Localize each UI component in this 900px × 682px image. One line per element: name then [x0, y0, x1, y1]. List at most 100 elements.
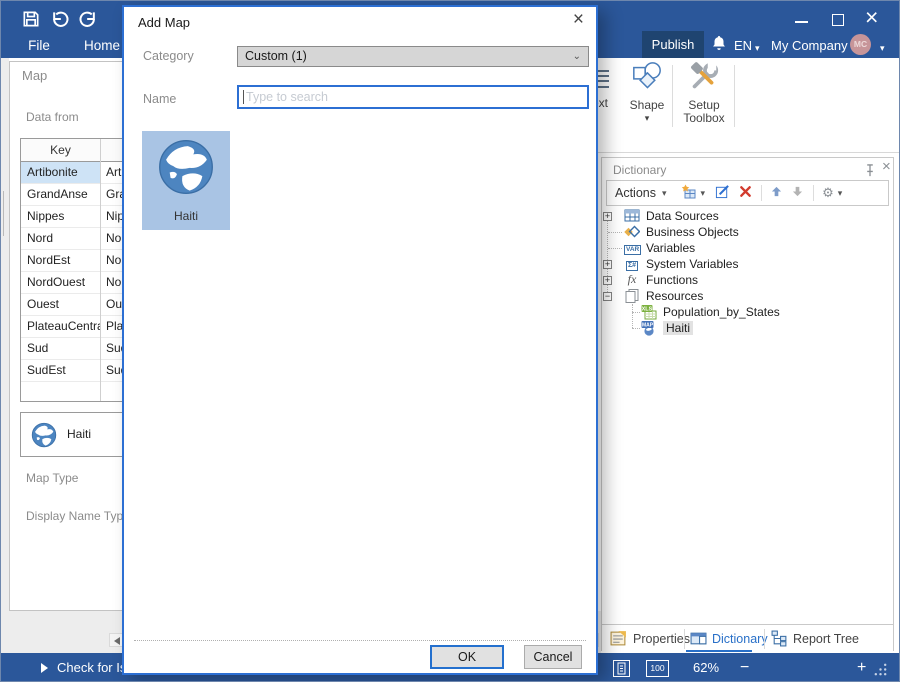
app-window: File Home Publish EN ▾ My Company MC ▾ ×… [0, 0, 900, 682]
tree-item-resources[interactable]: − Resources [602, 288, 893, 304]
close-button[interactable]: × [865, 5, 878, 29]
actions-menu[interactable]: Actions [615, 186, 656, 200]
tab-dictionary[interactable]: Dictionary [712, 632, 768, 646]
chevron-down-icon[interactable]: ▾ [662, 188, 667, 199]
cancel-button[interactable]: Cancel [524, 645, 582, 669]
ribbon-separator [672, 65, 673, 127]
zoom-out-button[interactable]: − [740, 653, 749, 682]
category-dropdown[interactable]: Custom (1) ⌄ [237, 46, 589, 67]
search-input[interactable] [239, 87, 587, 107]
resource-name: Haiti [67, 413, 91, 456]
tree-item-variables[interactable]: VAR Variables [602, 240, 893, 256]
text-cursor [243, 90, 244, 104]
map-tile-haiti[interactable]: Haiti [142, 131, 230, 230]
tree-item-haiti[interactable]: MAP Haiti [602, 320, 893, 336]
svg-text:XLS: XLS [642, 307, 653, 313]
add-map-dialog: Add Map × Category Custom (1) ⌄ Name Hai… [122, 5, 598, 675]
tree-item-data-sources[interactable]: + Data Sources [602, 208, 893, 224]
data-from-label: Data from [26, 110, 79, 124]
tree-item-population-by-states[interactable]: XLS Population_by_States [602, 304, 893, 320]
gear-icon[interactable]: ⚙ [822, 186, 834, 201]
tree-item-functions[interactable]: + fx Functions [602, 272, 893, 288]
dictionary-tab-icon [690, 630, 707, 650]
resize-grip-icon[interactable] [873, 662, 888, 680]
save-icon[interactable] [21, 9, 41, 29]
minimize-button[interactable] [795, 21, 808, 23]
name-label: Name [143, 92, 176, 106]
resources-icon [624, 288, 640, 304]
shape-icon [629, 61, 665, 93]
key-column-header[interactable]: Key [21, 139, 100, 161]
chevron-down-icon[interactable]: ▾ [880, 39, 885, 57]
zoom-100-button[interactable]: 100 [646, 660, 669, 677]
tab-properties[interactable]: Properties [633, 632, 690, 646]
page-view-icon[interactable] [613, 660, 630, 677]
language-selector[interactable]: EN [734, 37, 752, 55]
svg-text:MAP: MAP [642, 323, 654, 329]
avatar[interactable]: MC [850, 34, 871, 55]
toolbar-separator [761, 185, 762, 201]
collapse-icon[interactable]: − [603, 292, 612, 301]
tab-report-tree[interactable]: Report Tree [793, 632, 859, 646]
expand-issues-icon[interactable] [41, 663, 48, 673]
edit-icon[interactable] [715, 184, 730, 202]
account-name[interactable]: My Company [771, 37, 848, 55]
ruler-tick [3, 191, 4, 236]
redo-icon[interactable] [78, 9, 98, 29]
globe-icon [31, 422, 57, 451]
xls-resource-icon: XLS [641, 304, 657, 320]
dictionary-toolbar: Actions ▾ ▾ [606, 180, 889, 206]
pin-icon[interactable] [865, 164, 875, 180]
maximize-button[interactable] [832, 14, 844, 26]
undo-icon[interactable] [50, 9, 70, 29]
report-tree-tab-icon [771, 630, 788, 650]
tab-home[interactable]: Home [79, 33, 125, 58]
delete-icon[interactable] [739, 185, 752, 201]
category-label: Category [143, 49, 194, 63]
tab-separator [684, 629, 685, 649]
expand-icon[interactable]: + [603, 260, 612, 269]
ok-button[interactable]: OK [430, 645, 504, 669]
move-up-icon[interactable] [771, 186, 782, 200]
business-objects-icon [624, 224, 640, 240]
globe-icon [157, 138, 215, 199]
dialog-footer-separator [134, 640, 586, 641]
chevron-down-icon[interactable]: ▾ [701, 188, 706, 199]
scroll-left-icon[interactable] [114, 637, 120, 645]
chevron-down-icon[interactable]: ▾ [838, 188, 843, 199]
chevron-down-icon: ⌄ [573, 47, 581, 66]
panel-title: Map [22, 68, 47, 83]
name-search-field[interactable] [237, 85, 589, 109]
bell-icon[interactable] [711, 35, 727, 54]
chevron-down-icon[interactable]: ▾ [623, 112, 671, 124]
column-separator [100, 139, 101, 401]
tab-separator [764, 629, 765, 649]
close-panel-icon[interactable]: × [882, 158, 891, 175]
map-type-label: Map Type [26, 471, 78, 485]
ribbon-item-setup-toolbox[interactable]: Setup Toolbox [677, 61, 731, 125]
variables-icon: VAR [624, 240, 640, 256]
setup-toolbox-icon [688, 61, 720, 93]
close-icon[interactable]: × [573, 9, 584, 31]
move-down-icon[interactable] [792, 186, 803, 200]
designer-ruler-strip [1, 58, 9, 653]
expand-icon[interactable]: + [603, 212, 612, 221]
toolbar-separator [813, 185, 814, 201]
ribbon-separator [734, 65, 735, 127]
dialog-title: Add Map [138, 15, 190, 30]
zoom-percent-label: 62% [693, 653, 719, 682]
dictionary-panel: Dictionary × Actions ▾ ▾ [601, 157, 894, 651]
properties-tab-icon [610, 630, 627, 650]
tab-file[interactable]: File [19, 33, 59, 58]
tree-item-business-objects[interactable]: Business Objects [602, 224, 893, 240]
map-resource-icon: MAP [641, 320, 657, 336]
publish-button[interactable]: Publish [642, 31, 704, 58]
chevron-down-icon[interactable]: ▾ [755, 39, 760, 57]
panel-tabs: Properties Dictionary Report Tree [602, 624, 893, 652]
expand-icon[interactable]: + [603, 276, 612, 285]
ribbon-item-shape[interactable]: Shape ▾ [623, 61, 671, 124]
data-sources-icon [624, 208, 640, 224]
new-item-icon[interactable] [681, 184, 697, 203]
tree-item-system-variables[interactable]: + Σ# System Variables [602, 256, 893, 272]
zoom-in-button[interactable]: + [857, 653, 866, 682]
